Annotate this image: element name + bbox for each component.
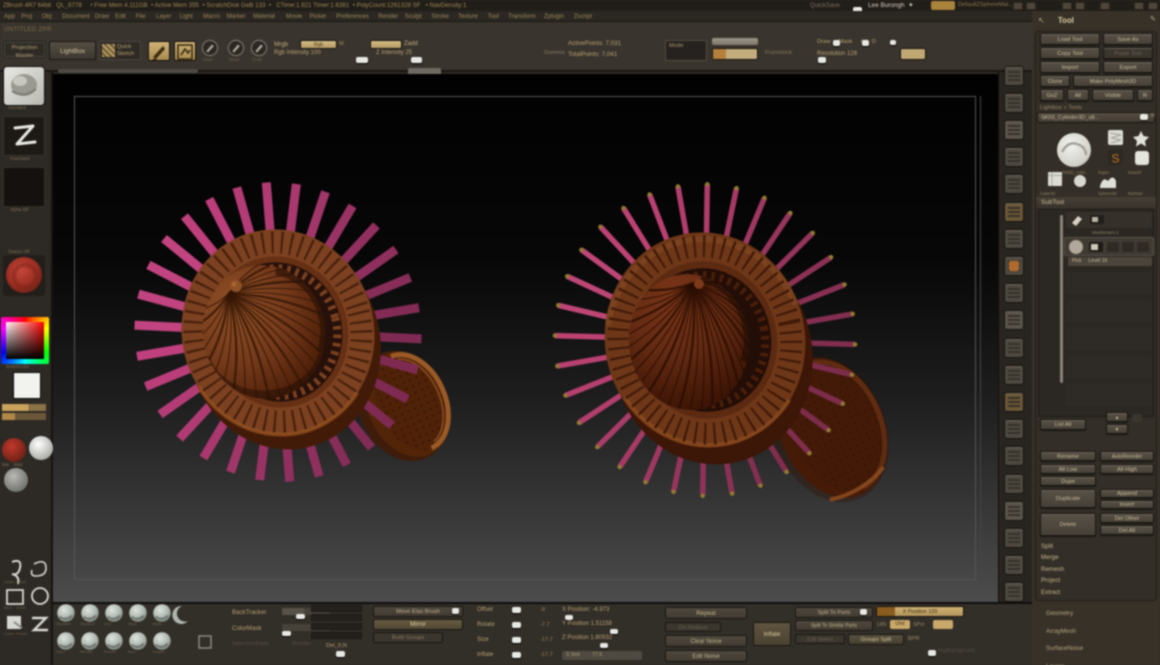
svg-text:S: S <box>1112 152 1120 166</box>
